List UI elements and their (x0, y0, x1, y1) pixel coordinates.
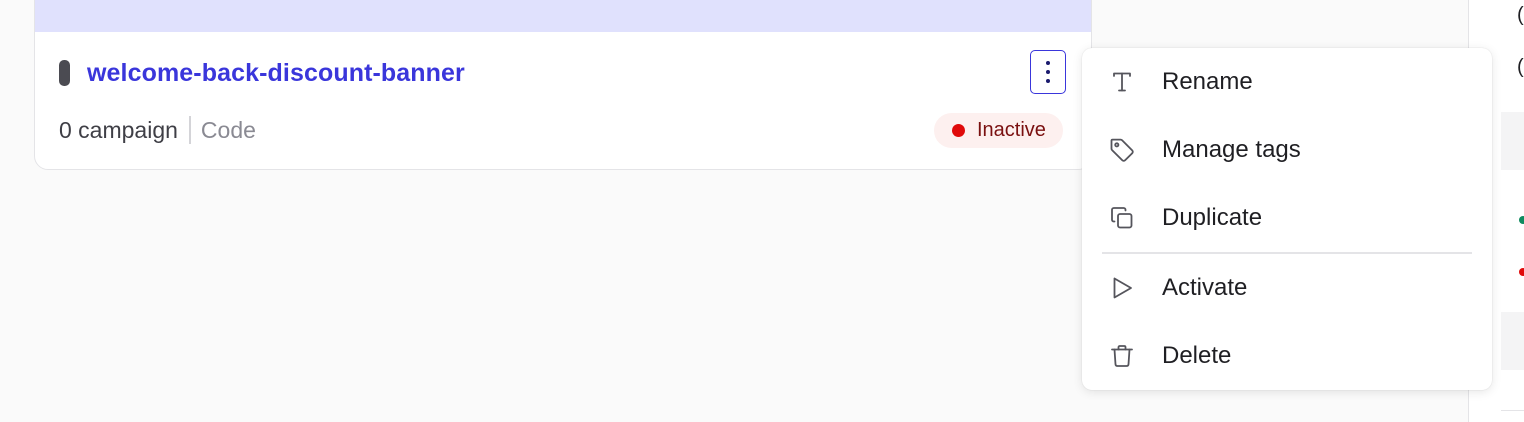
status-dot-icon (952, 124, 965, 137)
menu-item-label: Rename (1162, 68, 1253, 95)
menu-item-label: Manage tags (1162, 136, 1301, 163)
status-dot-icon (1519, 216, 1524, 224)
card-meta: 0 campaign Code (59, 114, 256, 146)
menu-divider (1102, 252, 1472, 254)
play-icon (1108, 274, 1136, 302)
card-title-row: welcome-back-discount-banner (59, 59, 465, 88)
status-badge: Inactive (934, 113, 1063, 148)
text-icon (1108, 68, 1136, 96)
status-label: Inactive (977, 119, 1046, 141)
trash-icon (1108, 342, 1136, 370)
side-panel-divider (1501, 410, 1524, 411)
banner-card[interactable]: welcome-back-discount-banner 0 campaign … (34, 0, 1092, 170)
more-actions-button[interactable] (1030, 50, 1066, 94)
menu-item-duplicate[interactable]: Duplicate (1082, 190, 1492, 246)
menu-item-activate[interactable]: Activate (1082, 260, 1492, 316)
side-panel-text-fragment: ( (1517, 4, 1524, 26)
copy-icon (1108, 204, 1136, 232)
side-panel-text-fragment: ( (1517, 56, 1524, 78)
banner-preview[interactable] (35, 0, 1091, 32)
menu-item-rename[interactable]: Rename (1082, 54, 1492, 110)
banner-title-link[interactable]: welcome-back-discount-banner (87, 59, 465, 88)
menu-item-label: Activate (1162, 274, 1248, 301)
kebab-vertical-icon (1046, 61, 1050, 65)
side-panel-section-header (1501, 112, 1524, 170)
banner-actions-menu: Rename Manage tags Duplicate Activate De… (1082, 48, 1492, 390)
tag-icon (1108, 136, 1136, 164)
meta-divider (188, 116, 191, 144)
menu-item-delete[interactable]: Delete (1082, 328, 1492, 384)
banner-type: Code (200, 116, 256, 143)
status-dot-icon (1519, 268, 1524, 276)
menu-item-label: Duplicate (1162, 204, 1263, 231)
code-type-indicator (59, 60, 70, 86)
campaign-count: 0 campaign (59, 116, 178, 143)
menu-item-manage-tags[interactable]: Manage tags (1082, 122, 1492, 178)
side-panel-section-header (1501, 312, 1524, 370)
menu-item-label: Delete (1162, 342, 1232, 369)
